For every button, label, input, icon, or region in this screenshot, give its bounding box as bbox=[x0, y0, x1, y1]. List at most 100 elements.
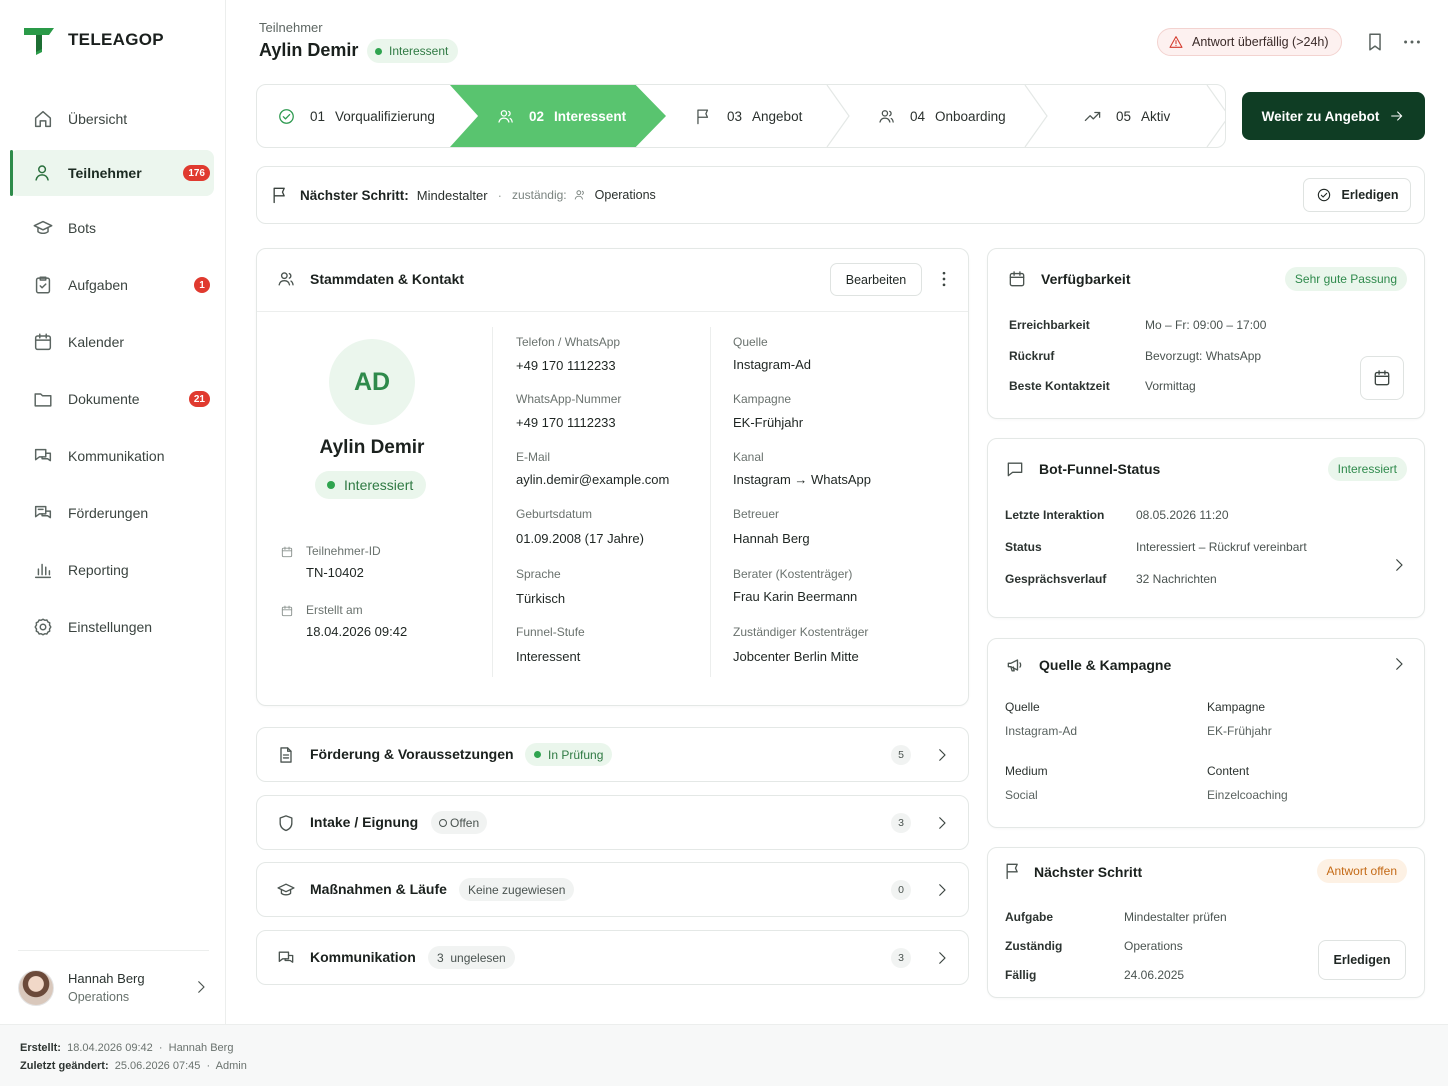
step-angebot[interactable]: 03 Angebot bbox=[694, 85, 802, 147]
next-step-bar: Nächster Schritt: Mindestalter · zuständ… bbox=[256, 166, 1425, 224]
status-label: Interessiert bbox=[344, 477, 414, 493]
step-number: 01 bbox=[310, 108, 326, 124]
sidebar: TELEAGOP Übersicht Teilnehmer 176 Bots A… bbox=[0, 0, 226, 1024]
step-separator bbox=[1024, 85, 1048, 147]
user-name: Hannah Berg bbox=[68, 971, 145, 986]
document-icon bbox=[276, 745, 296, 765]
sidebar-item-kommunikation[interactable]: Kommunikation bbox=[10, 433, 214, 479]
created-by: Hannah Berg bbox=[168, 1042, 234, 1054]
row-label: Status bbox=[1005, 540, 1042, 554]
source-campaign-card[interactable]: Quelle & Kampagne Quelle Instagram-Ad Ka… bbox=[987, 638, 1425, 828]
sidebar-item-label: Dokumente bbox=[68, 391, 140, 407]
divider bbox=[492, 327, 493, 677]
section-massnahmen[interactable]: Maßnahmen & Läufe Keine zugewiesen 0 bbox=[256, 862, 969, 917]
step-interessent[interactable]: 02 Interessent bbox=[450, 85, 666, 147]
row-label: Gesprächsverlauf bbox=[1005, 572, 1107, 586]
sidebar-item-aufgaben[interactable]: Aufgaben 1 bbox=[10, 262, 214, 308]
chevron-right-icon bbox=[1390, 655, 1408, 673]
item-label: Kampagne bbox=[1207, 700, 1266, 714]
field-value-birthdate: 01.09.2008 (17 Jahre) bbox=[516, 531, 644, 546]
more-vertical-icon[interactable] bbox=[934, 269, 954, 289]
created-label: Erstellt am bbox=[306, 603, 363, 617]
sidebar-item-teilnehmer[interactable]: Teilnehmer 176 bbox=[10, 150, 214, 196]
page-subtitle: Teilnehmer bbox=[259, 20, 323, 35]
field-value-channel: Instagram → WhatsApp bbox=[733, 472, 871, 487]
step-label: Onboarding bbox=[935, 108, 1006, 124]
more-options-icon[interactable] bbox=[1401, 31, 1423, 53]
item-value: Instagram-Ad bbox=[1005, 724, 1078, 738]
match-badge: Sehr gute Passung bbox=[1284, 267, 1407, 291]
brand[interactable]: TELEAGOP bbox=[22, 24, 164, 56]
sidebar-item-foerderungen[interactable]: Förderungen bbox=[10, 490, 214, 536]
page-title: Aylin Demir bbox=[259, 40, 359, 60]
step-aktiv[interactable]: 05 Aktiv bbox=[1083, 85, 1170, 147]
sidebar-item-kalender[interactable]: Kalender bbox=[10, 319, 214, 365]
status-dot bbox=[534, 751, 541, 758]
field-value-language: Türkisch bbox=[516, 591, 566, 606]
folder-icon bbox=[32, 388, 54, 410]
sidebar-item-label: Kalender bbox=[68, 334, 125, 350]
count-badge: 21 bbox=[188, 391, 210, 407]
status-badge: Antwort offen bbox=[1316, 859, 1407, 883]
section-intake[interactable]: Intake / Eignung Offen 3 bbox=[256, 795, 969, 850]
chevron-right-icon bbox=[1390, 556, 1408, 574]
participant-status-badge: Interessiert bbox=[315, 471, 427, 499]
step-number: 03 bbox=[727, 108, 743, 124]
item-label: Quelle bbox=[1005, 700, 1040, 714]
field-value-email[interactable]: aylin.demir@example.com bbox=[516, 472, 669, 487]
home-icon bbox=[32, 108, 54, 130]
next-step-card: Nächster Schritt Antwort offen Aufgabe M… bbox=[987, 847, 1425, 998]
section-foerderung[interactable]: Förderung & Voraussetzungen In Prüfung 5 bbox=[256, 727, 969, 782]
count-badge: 1 bbox=[194, 277, 210, 293]
bookmark-icon[interactable] bbox=[1364, 31, 1386, 53]
step-onboarding[interactable]: 04 Onboarding bbox=[877, 85, 1006, 147]
users-icon bbox=[496, 107, 515, 126]
card-title: Bot-Funnel-Status bbox=[1039, 461, 1161, 477]
stammdaten-card: Stammdaten & Kontakt Bearbeiten AD Aylin… bbox=[256, 248, 969, 706]
step-vorqualifizierung[interactable]: 01 Vorqualifizierung bbox=[277, 85, 435, 147]
chat-icon bbox=[32, 445, 54, 467]
field-label: E-Mail bbox=[516, 450, 551, 464]
participant-id-label: Teilnehmer-ID bbox=[306, 544, 381, 558]
chat-icon bbox=[276, 948, 296, 968]
sidebar-item-dokumente[interactable]: Dokumente 21 bbox=[10, 376, 214, 422]
row-value: Bevorzugt: WhatsApp bbox=[1145, 349, 1262, 363]
divider bbox=[18, 950, 209, 951]
row-value: Interessiert – Rückruf vereinbart bbox=[1136, 540, 1307, 554]
row-label: Zuständig bbox=[1005, 939, 1063, 953]
field-label: Sprache bbox=[516, 567, 561, 581]
field-value-source: Instagram-Ad bbox=[733, 357, 812, 372]
chevron-right-icon bbox=[933, 881, 951, 899]
sidebar-item-label: Aufgaben bbox=[68, 277, 128, 293]
open-ring-icon bbox=[439, 818, 447, 827]
edit-button[interactable]: Bearbeiten bbox=[830, 263, 922, 296]
next-stage-button[interactable]: Weiter zu Angebot bbox=[1242, 92, 1425, 140]
section-title: Kommunikation bbox=[310, 949, 416, 965]
field-value-whatsapp[interactable]: +49 170 1112233 bbox=[516, 415, 616, 430]
complete-step-button[interactable]: Erledigen bbox=[1303, 178, 1411, 212]
graduation-cap-icon bbox=[32, 217, 54, 239]
status-badge: Offen bbox=[431, 811, 488, 834]
sidebar-item-bots[interactable]: Bots bbox=[10, 205, 214, 251]
sidebar-item-einstellungen[interactable]: Einstellungen bbox=[10, 604, 214, 650]
bot-funnel-card[interactable]: Bot-Funnel-Status Interessiert Letzte In… bbox=[987, 438, 1425, 618]
section-kommunikation[interactable]: Kommunikation 3 ungelesen 3 bbox=[256, 930, 969, 985]
shield-icon bbox=[276, 813, 296, 833]
user-role: Operations bbox=[68, 990, 130, 1004]
bar-chart-icon bbox=[32, 559, 54, 581]
divider bbox=[257, 311, 968, 312]
sidebar-item-reporting[interactable]: Reporting bbox=[10, 547, 214, 593]
current-user[interactable]: Hannah Berg Operations bbox=[18, 966, 214, 1010]
complete-step-button[interactable]: Erledigen bbox=[1318, 940, 1406, 980]
chevron-right-icon bbox=[933, 949, 951, 967]
overdue-alert[interactable]: Antwort überfällig (>24h) bbox=[1157, 28, 1342, 56]
next-step-value: Mindestalter bbox=[416, 187, 488, 203]
field-value-phone[interactable]: +49 170 1112233 bbox=[516, 358, 616, 373]
sidebar-item-uebersicht[interactable]: Übersicht bbox=[10, 96, 214, 142]
open-calendar-button[interactable] bbox=[1360, 356, 1404, 400]
changed-by: Admin bbox=[215, 1060, 247, 1072]
arrow-right-icon bbox=[1389, 108, 1405, 124]
status-badge: Keine zugewiesen bbox=[459, 878, 575, 901]
field-label: Quelle bbox=[733, 335, 768, 349]
field-label: Berater (Kostenträger) bbox=[733, 567, 853, 581]
